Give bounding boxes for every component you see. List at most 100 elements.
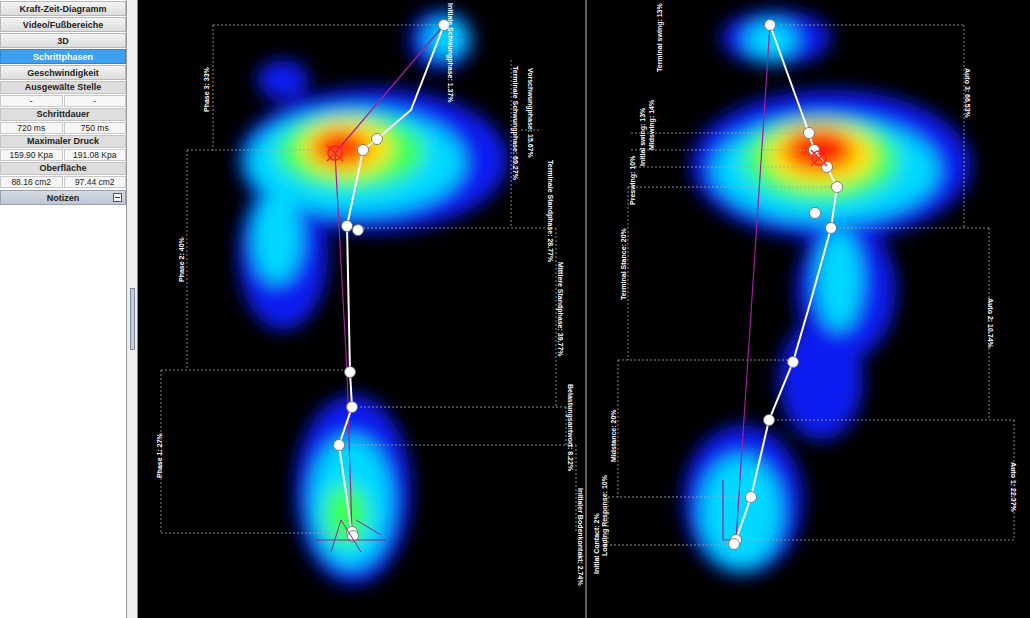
phase-label: Initial swing: 13%	[639, 107, 647, 166]
trajectory-point[interactable]	[334, 440, 345, 451]
info-value: -	[64, 95, 127, 107]
phase-box-line	[161, 370, 351, 371]
phase-label: Initialer Bodenkontakt: 2.74%	[577, 488, 584, 586]
trajectory-point[interactable]	[729, 539, 740, 550]
trajectory-point[interactable]	[832, 182, 843, 193]
info-value: 720 ms	[0, 122, 63, 134]
phase-label: Terminale Standphase: 28.77%	[546, 160, 554, 263]
notes-label: Notizen	[47, 193, 80, 203]
trajectory-point[interactable]	[826, 223, 837, 234]
trajectory-point[interactable]	[746, 492, 757, 503]
phase-box-line	[769, 420, 1014, 421]
info-value: 159.90 Kpa	[0, 149, 63, 161]
phase-box-line	[187, 150, 346, 151]
phase-box-line	[631, 167, 827, 168]
splitter[interactable]	[127, 0, 138, 618]
phase-box-line	[781, 25, 964, 26]
phase-label: Midswing: 14%	[648, 99, 656, 150]
phase-box-line	[631, 133, 809, 134]
sidebar-button[interactable]: 3D	[0, 33, 126, 48]
info-values: --	[0, 94, 126, 108]
trajectory-point[interactable]	[765, 20, 776, 31]
foot-heatmap	[238, 10, 508, 585]
phase-box-line	[618, 360, 619, 497]
pressure-trajectory	[339, 25, 444, 535]
trajectory-point[interactable]	[347, 402, 358, 413]
info-header: Maximaler Druck	[0, 135, 126, 148]
sidebar: Kraft-Zeit-DiagrammVideo/Fußbereiche3DSc…	[0, 0, 127, 618]
info-values: 720 ms750 ms	[0, 121, 126, 135]
splitter-grip[interactable]	[130, 288, 135, 350]
phase-label: Phase 2: 40%	[178, 236, 185, 282]
info-header: Ausgewälte Stelle	[0, 81, 126, 94]
force-line	[723, 25, 770, 540]
phase-box-line	[576, 445, 577, 533]
phase-label: Terminal Stance: 20%	[620, 227, 627, 300]
phase-label: Auto 2: 10.74%	[987, 298, 994, 349]
phase-box-line	[628, 187, 837, 188]
sidebar-button[interactable]: Video/Fußbereiche	[0, 17, 126, 32]
phase-label: Preswing: 10%	[629, 155, 637, 205]
phase-box-line	[187, 150, 188, 370]
phase-label: Auto 1: 22.37%	[1010, 462, 1017, 513]
info-values: 88.16 cm297.44 cm2	[0, 175, 126, 189]
phase-label: Midstance: 20%	[610, 409, 617, 462]
divider	[586, 0, 587, 618]
phase-box-line	[566, 407, 567, 445]
phase-box-line	[339, 445, 576, 446]
sidebar-button[interactable]: Geschwindigkeit	[0, 65, 126, 80]
phase-label: Terminale Schwungphase: 69.27%	[511, 66, 519, 181]
trajectory-point[interactable]	[764, 415, 775, 426]
phase-label: Phase 1: 27%	[156, 432, 163, 478]
phase-box-line	[161, 533, 351, 534]
foot-heatmap	[683, 10, 971, 575]
phase-box-line	[631, 150, 814, 151]
pressure-trajectory	[736, 25, 837, 540]
phase-label: Loading Response: 10%	[601, 474, 609, 556]
info-header: Oberfläche	[0, 162, 126, 175]
trajectory-point[interactable]	[810, 208, 821, 219]
phase-box-line	[352, 407, 566, 408]
phase-box-line	[608, 497, 751, 498]
info-value: 97.44 cm2	[64, 176, 127, 188]
phase-box-line	[213, 25, 214, 150]
info-value: 750 ms	[64, 122, 127, 134]
info-value: 191.08 Kpa	[64, 149, 127, 161]
trajectory-point[interactable]	[372, 134, 383, 145]
max-pressure-icon	[811, 150, 827, 166]
phase-box-line	[618, 360, 793, 361]
gait-analysis-window: Kraft-Zeit-DiagrammVideo/Fußbereiche3DSc…	[0, 0, 1030, 618]
phase-box-line	[347, 228, 556, 229]
info-values: 159.90 Kpa191.08 Kpa	[0, 148, 126, 162]
pressure-canvas: Initiale Schwungphase: 1.37% Terminale Sc…	[138, 0, 1030, 618]
phase-label: Mittlere Standphase: 39.77%	[556, 262, 564, 357]
phase-label: Phase 3: 33%	[203, 66, 210, 112]
trajectory-point[interactable]	[788, 357, 799, 368]
phase-label: Belastungsantwort: 8.22%	[566, 384, 574, 472]
phase-label: Auto 3: 66.53%	[964, 68, 971, 119]
force-line	[335, 25, 444, 535]
info-header: Schrittdauer	[0, 108, 126, 121]
heel-vector-icon	[315, 520, 386, 552]
trajectory-point[interactable]	[342, 221, 353, 232]
phase-box-line	[964, 25, 965, 228]
sidebar-button[interactable]: Schrittphasen	[0, 49, 126, 64]
phase-box-line	[213, 25, 441, 26]
sidebar-button[interactable]: Kraft-Zeit-Diagramm	[0, 1, 126, 16]
info-value: 88.16 cm2	[0, 176, 63, 188]
pressure-plot: Initiale Schwungphase: 1.37% Terminale Sc…	[138, 0, 1030, 618]
trajectory-point[interactable]	[353, 225, 364, 236]
phase-label: Initial Contact: 2%	[593, 513, 600, 574]
collapse-icon[interactable]	[113, 193, 122, 202]
phase-label: Vorschwungphase: 15.67%	[526, 68, 534, 159]
phase-box-line	[831, 228, 989, 229]
trajectory-point[interactable]	[358, 145, 369, 156]
phase-label: Initiale Schwungphase: 1.37%	[446, 3, 454, 103]
phase-box-line	[556, 228, 557, 407]
notes-header[interactable]: Notizen	[0, 190, 126, 205]
trajectory-point[interactable]	[345, 367, 356, 378]
max-pressure-icon	[327, 145, 343, 161]
trajectory-point[interactable]	[804, 128, 815, 139]
phase-box-line	[511, 60, 512, 228]
phase-box-line	[736, 540, 1014, 541]
